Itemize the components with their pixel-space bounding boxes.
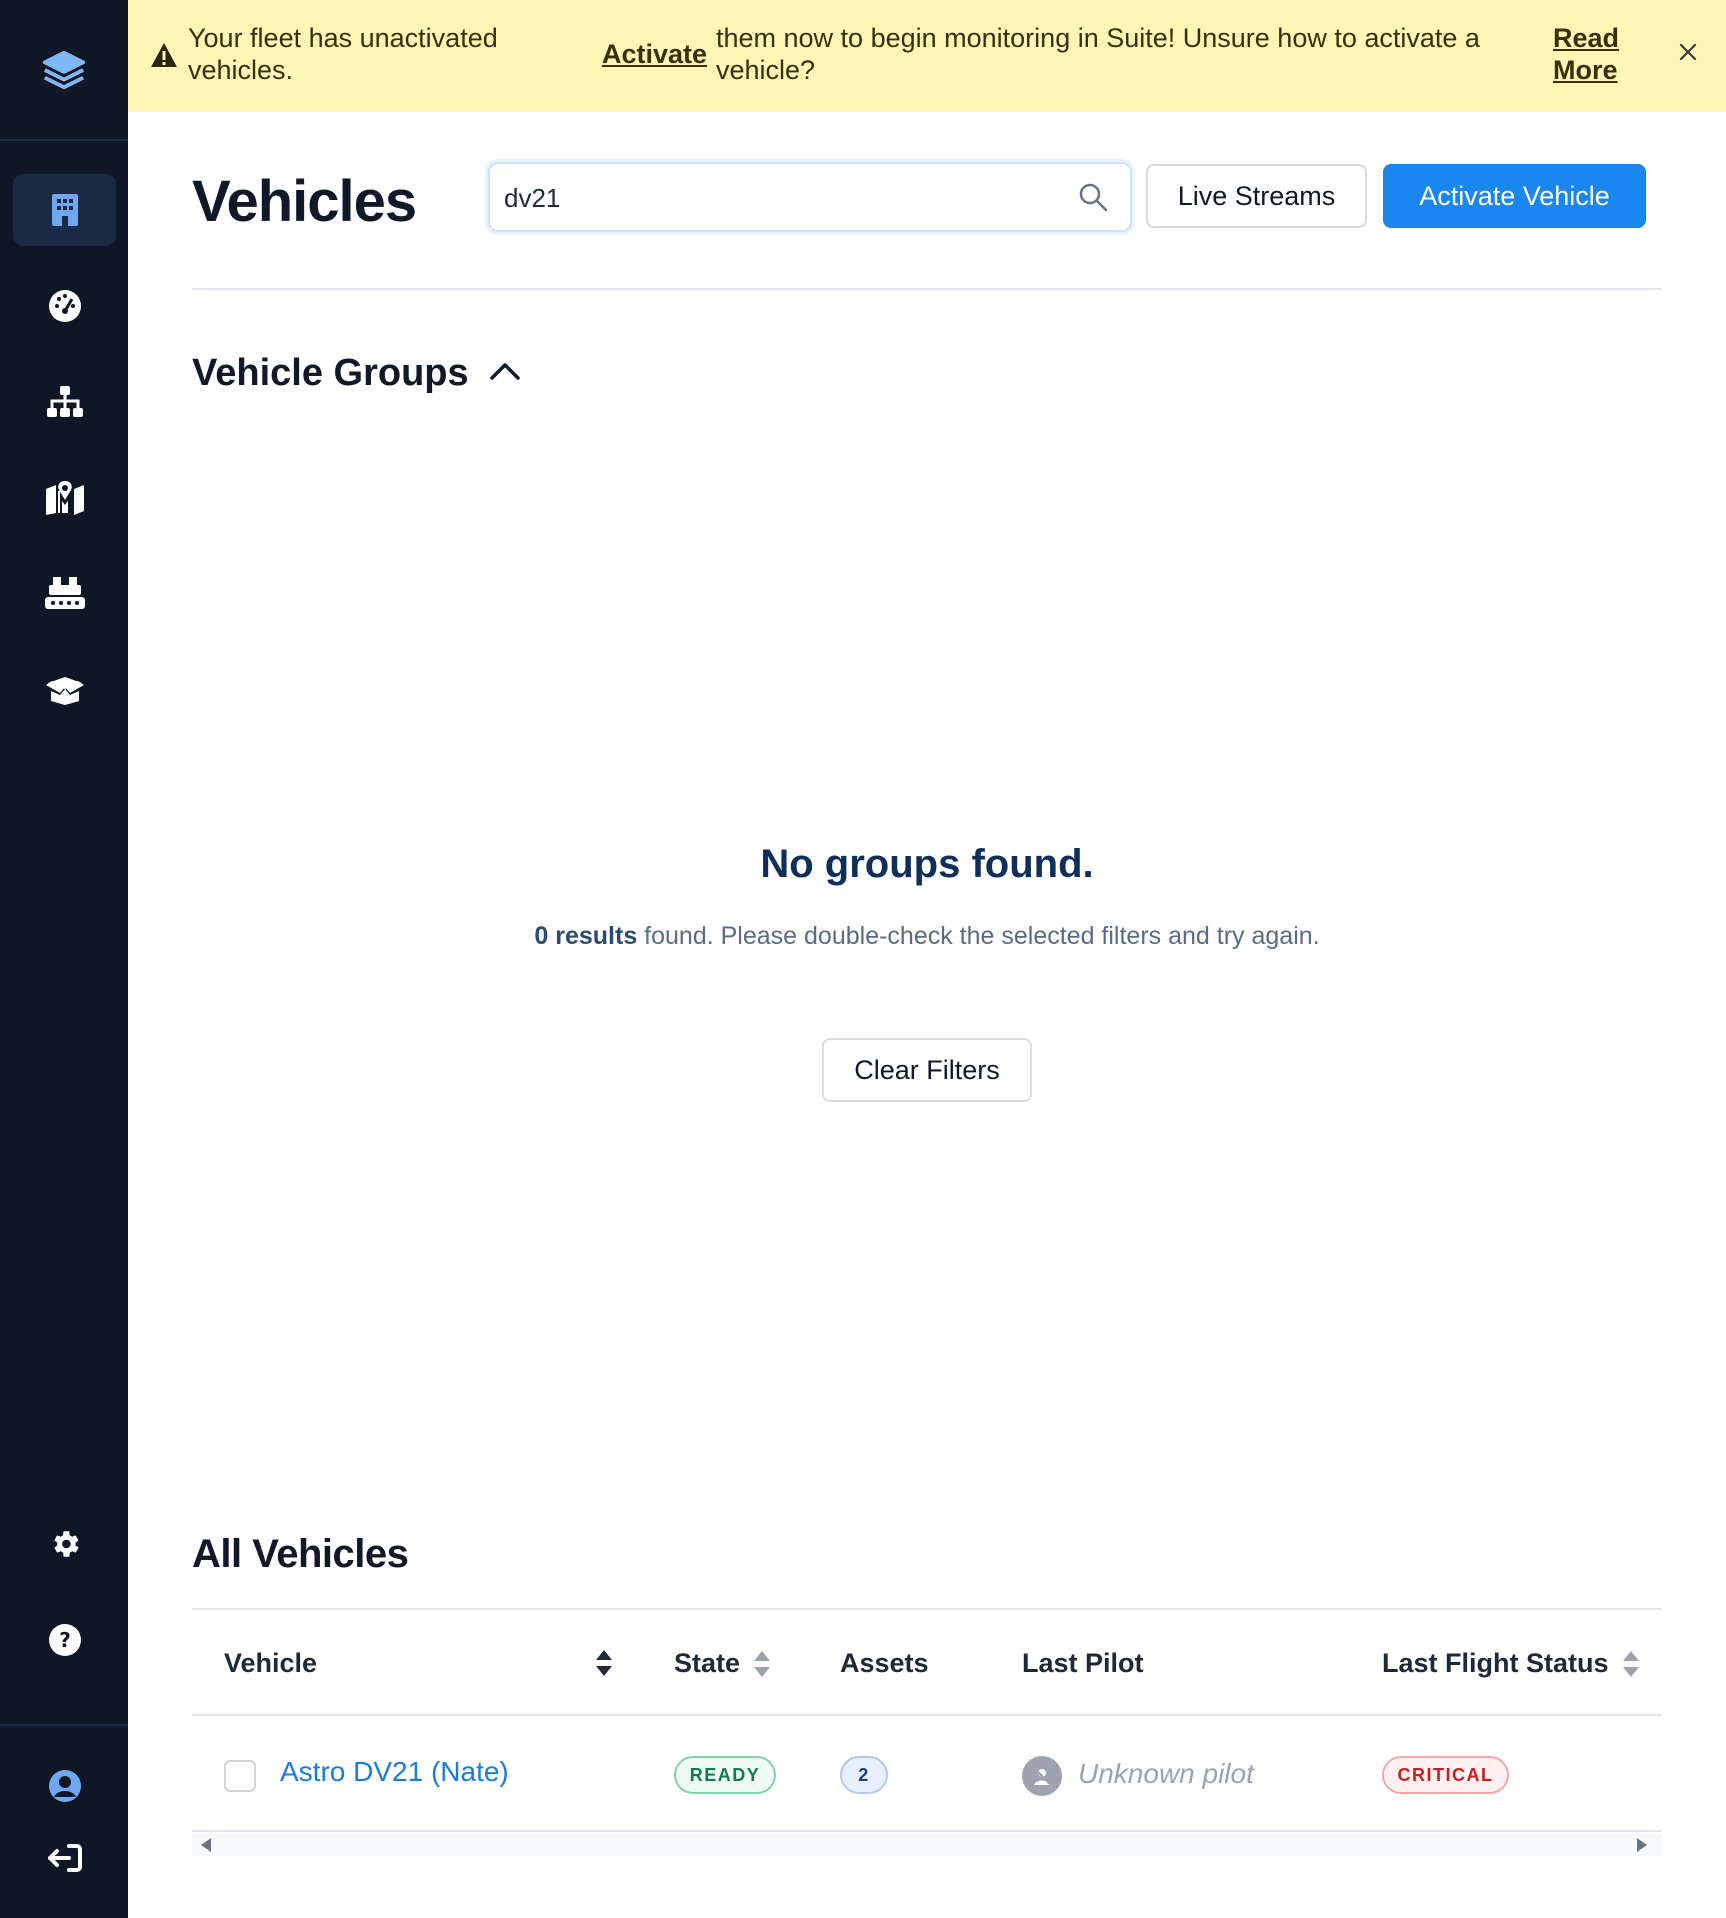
sort-vehicle-icon[interactable]	[594, 1648, 614, 1678]
sidebar-item-dashboard[interactable]	[13, 270, 116, 342]
col-assets-label: Assets	[840, 1648, 929, 1678]
building-icon	[51, 194, 78, 226]
banner-text-end: them now to begin monitoring in Suite! U…	[716, 23, 1480, 85]
help-icon: ?	[48, 1624, 81, 1656]
search-input[interactable]	[504, 176, 1044, 220]
hierarchy-icon	[46, 386, 83, 417]
pilot-avatar	[1022, 1756, 1062, 1796]
col-header-vehicle[interactable]: Vehicle	[224, 1648, 317, 1679]
results-count: 0 results	[534, 922, 638, 950]
sidebar-item-vehicles[interactable]	[13, 174, 116, 246]
activate-link[interactable]: Activate	[602, 38, 707, 70]
svg-text:?: ?	[59, 1628, 71, 1652]
flight-status-badge: CRITICAL	[1382, 1756, 1509, 1794]
sidebar-item-help[interactable]: ?	[13, 1604, 116, 1676]
col-header-state[interactable]: State	[674, 1648, 772, 1679]
clear-filters-button[interactable]: Clear Filters	[822, 1038, 1032, 1102]
user-icon	[48, 1770, 81, 1802]
vehicle-groups-title: Vehicle Groups	[192, 352, 469, 394]
dashboard-gauge-icon	[48, 290, 81, 322]
sidebar-item-packages[interactable]	[13, 654, 116, 726]
row-checkbox[interactable]	[224, 1760, 256, 1792]
page-title: Vehicles	[192, 169, 417, 234]
read-more-link[interactable]: Read More	[1553, 22, 1633, 86]
search-box[interactable]	[488, 162, 1132, 232]
warning-icon	[151, 43, 177, 67]
col-state-label: State	[674, 1648, 741, 1678]
empty-state-message: 0 results found. Please double-check the…	[0, 922, 1726, 951]
sign-out-icon	[47, 1844, 82, 1872]
empty-state-text: found. Please double-check the selected …	[637, 922, 1320, 950]
sidebar-item-hierarchy[interactable]	[13, 366, 116, 438]
sidebar-item-settings[interactable]	[13, 1508, 116, 1580]
layers-logo-icon	[42, 50, 86, 89]
sidebar-divider	[0, 1724, 128, 1726]
horizontal-scrollbar[interactable]	[192, 1834, 1662, 1856]
chevron-up-icon[interactable]	[488, 360, 522, 384]
sort-flight-status-icon[interactable]	[1621, 1649, 1641, 1679]
sidebar-item-dock[interactable]	[13, 558, 116, 630]
app-logo[interactable]	[0, 0, 128, 141]
sidebar: ?	[0, 0, 128, 1918]
sidebar-item-logout[interactable]	[13, 1822, 116, 1894]
vehicle-link[interactable]: Astro DV21 (Nate)	[280, 1756, 509, 1788]
col-vehicle-label: Vehicle	[224, 1648, 318, 1678]
box-open-icon	[45, 677, 84, 705]
assets-count-badge[interactable]: 2	[840, 1756, 888, 1794]
close-icon[interactable]	[1678, 42, 1698, 62]
table-row: Astro DV21 (Nate) READY 2 Unknown pilot …	[192, 1718, 1662, 1832]
sort-state-icon[interactable]	[752, 1649, 772, 1679]
banner-text-start: Your fleet has unactivated vehicles.	[188, 23, 498, 85]
app-root: ? Your fleet has unactivated vehicles. A…	[0, 0, 1726, 1918]
col-header-last-pilot: Last Pilot	[1022, 1648, 1144, 1679]
all-vehicles-title: All Vehicles	[192, 1532, 409, 1576]
vehicles-table: Vehicle State Assets Last Pilot Last Fli…	[192, 1608, 1662, 1856]
table-header: Vehicle State Assets Last Pilot Last Fli…	[192, 1610, 1662, 1716]
gear-icon	[53, 1531, 79, 1557]
last-pilot-name: Unknown pilot	[1078, 1758, 1254, 1789]
activate-vehicle-button[interactable]: Activate Vehicle	[1383, 164, 1646, 228]
scroll-left-icon[interactable]	[200, 1838, 212, 1852]
header-divider	[192, 288, 1662, 290]
live-streams-button[interactable]: Live Streams	[1146, 164, 1367, 228]
col-last-flight-status-label: Last Flight Status	[1382, 1648, 1609, 1678]
empty-state-title: No groups found.	[760, 842, 1094, 886]
map-location-icon	[45, 481, 84, 515]
dock-icon	[44, 577, 85, 609]
state-badge: READY	[674, 1756, 776, 1794]
unactivated-vehicles-banner: Your fleet has unactivated vehicles. Act…	[128, 0, 1726, 112]
unknown-user-icon	[1033, 1767, 1051, 1785]
col-header-last-flight-status[interactable]: Last Flight Status	[1382, 1648, 1641, 1679]
sidebar-item-profile[interactable]	[13, 1750, 116, 1822]
scroll-right-icon[interactable]	[1636, 1838, 1648, 1852]
sidebar-item-map[interactable]	[13, 462, 116, 534]
col-header-assets: Assets	[840, 1648, 929, 1679]
search-icon[interactable]	[1078, 182, 1108, 212]
col-last-pilot-label: Last Pilot	[1022, 1648, 1144, 1678]
